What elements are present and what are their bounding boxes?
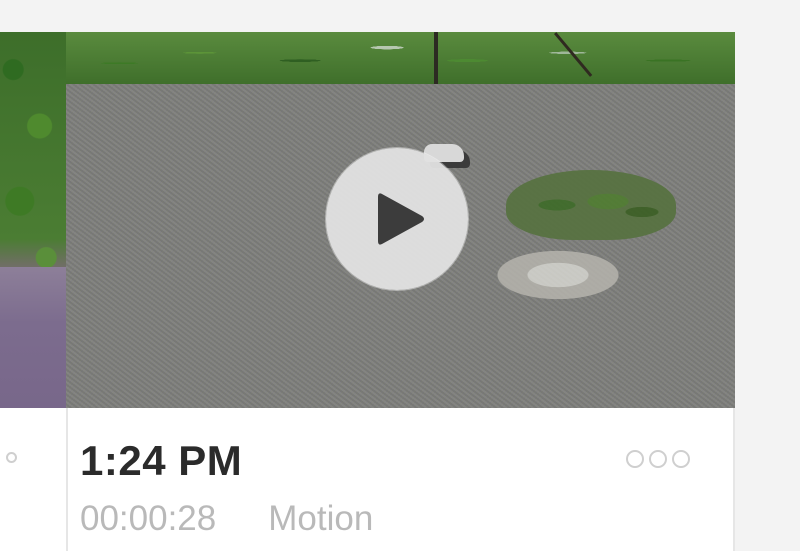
previous-more-options-icon[interactable] xyxy=(6,452,17,463)
clip-time: 1:24 PM xyxy=(80,437,243,484)
more-dot xyxy=(626,450,644,468)
clip-event-type: Motion xyxy=(268,499,374,538)
more-options-icon[interactable] xyxy=(626,448,700,470)
clip-info: 1:24 PM 00:00:28 Motion xyxy=(68,408,733,551)
foliage-strip xyxy=(66,32,735,84)
clip-thumbnail[interactable] xyxy=(66,32,735,408)
more-dot xyxy=(649,450,667,468)
clip-card[interactable]: 1:24 PM 00:00:28 Motion xyxy=(66,32,735,551)
previous-clip-card[interactable] xyxy=(0,32,66,551)
road-area xyxy=(0,267,66,408)
previous-clip-thumbnail[interactable] xyxy=(0,32,66,408)
clip-gallery: 1:24 PM 00:00:28 Motion xyxy=(0,0,800,551)
play-button[interactable] xyxy=(326,148,468,290)
tree-branch xyxy=(554,32,593,77)
play-icon xyxy=(378,193,424,245)
more-dot xyxy=(672,450,690,468)
tree-trunk xyxy=(434,32,438,84)
clip-meta: 00:00:28 Motion xyxy=(80,498,373,540)
clip-duration: 00:00:28 xyxy=(80,499,217,538)
